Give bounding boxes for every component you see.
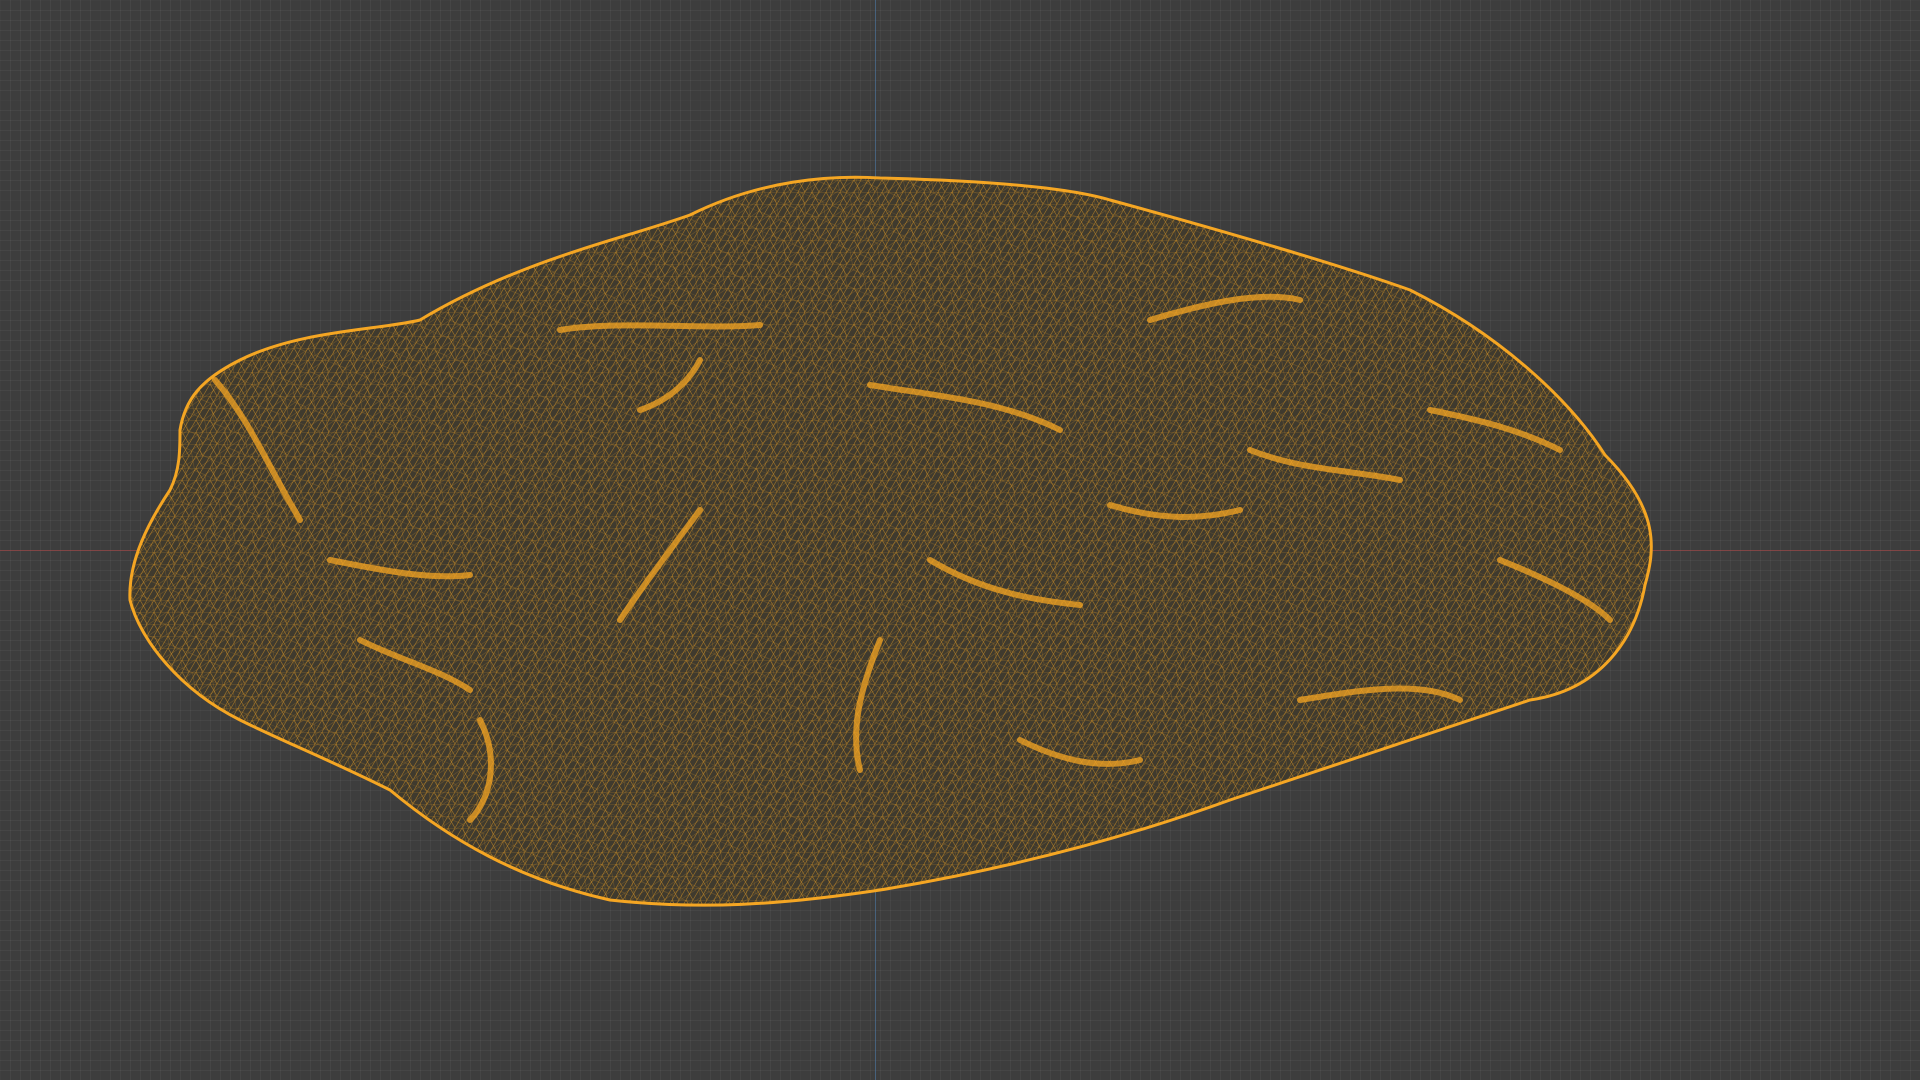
mesh-triangles-b — [129, 177, 1652, 906]
wireframe-mesh-object[interactable] — [0, 0, 1920, 1080]
3d-viewport[interactable] — [0, 0, 1920, 1080]
mesh-body[interactable] — [0, 0, 1920, 1080]
